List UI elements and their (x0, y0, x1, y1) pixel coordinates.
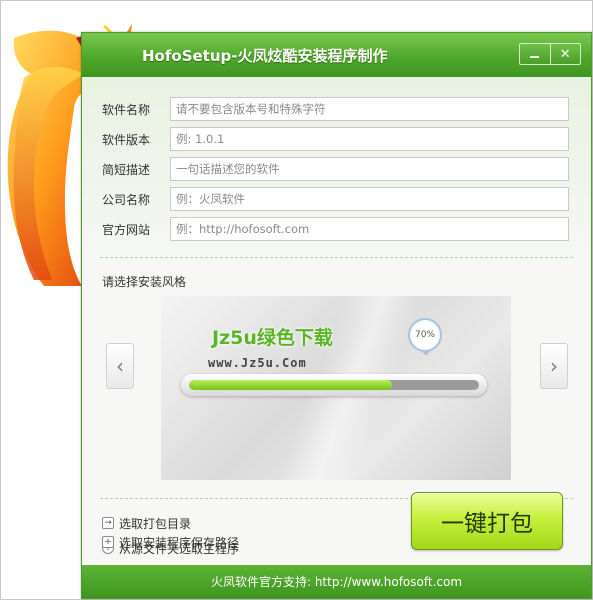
close-button[interactable]: ✕ (549, 44, 581, 64)
window-title: HofoSetup-火凤炫酷安装程序制作 (142, 47, 388, 65)
watermark-url: www.Jz5u.Com (208, 356, 307, 370)
select-pack-dir-action[interactable]: → 选取打包目录 (102, 514, 191, 532)
software-version-input[interactable] (170, 127, 569, 151)
app-window: HofoSetup-火凤炫酷安装程序制作 ✕ 软件名称 软件版本 简短描述 公司… (81, 32, 592, 599)
form-row-software-version: 软件版本 (82, 127, 591, 153)
chevron-left-icon: ‹ (116, 354, 124, 378)
one-click-pack-button[interactable]: 一键打包 (411, 492, 563, 550)
progress-track (181, 374, 487, 396)
select-save-path-label: 选取安装程序保存路径 (119, 535, 240, 550)
form-row-description: 简短描述 (82, 157, 591, 183)
divider (100, 257, 573, 258)
prev-style-button[interactable]: ‹ (106, 343, 134, 389)
footer-bar: 火凤软件官方支持: http://www.hofosoft.com (82, 565, 591, 598)
select-pack-dir-label: 选取打包目录 (119, 516, 192, 531)
progress-fill (189, 380, 392, 390)
software-name-label: 软件名称 (102, 103, 151, 117)
install-style-label: 请选择安装风格 (102, 275, 187, 289)
company-name-label: 公司名称 (102, 193, 151, 207)
main-content: 软件名称 软件版本 简短描述 公司名称 官方网站 请选择安装风格 ‹ 70% (82, 77, 591, 565)
watermark-name: Jz5u绿色下载 (212, 327, 333, 349)
window-controls: ✕ (519, 43, 581, 65)
title-bar[interactable]: HofoSetup-火凤炫酷安装程序制作 ✕ (82, 33, 591, 77)
close-icon: ✕ (559, 46, 571, 62)
progress-groove (189, 380, 479, 390)
website-label: 官方网站 (102, 223, 151, 237)
plus-box-icon: + (102, 536, 114, 548)
software-name-input[interactable] (170, 97, 569, 121)
pack-button-label: 一键打包 (441, 511, 533, 537)
form-row-website: 官方网站 (82, 217, 591, 243)
select-save-path-action[interactable]: + 选取安装程序保存路径 (102, 533, 239, 551)
bubble-pointer (421, 350, 431, 356)
minimize-button[interactable] (520, 44, 550, 64)
form-row-software-name: 软件名称 (82, 97, 591, 123)
footer-support-text[interactable]: 火凤软件官方支持: http://www.hofosoft.com (211, 573, 462, 590)
form-row-company: 公司名称 (82, 187, 591, 213)
folder-arrow-icon: → (102, 517, 114, 529)
description-label: 简短描述 (102, 163, 151, 177)
progress-percent-bubble: 70% (408, 318, 442, 352)
chevron-right-icon: › (550, 354, 558, 378)
minimize-icon (530, 56, 540, 58)
company-name-input[interactable] (170, 187, 569, 211)
next-style-button[interactable]: › (540, 343, 568, 389)
website-input[interactable] (170, 217, 569, 241)
progress-percent-text: 70% (414, 330, 435, 340)
description-input[interactable] (170, 157, 569, 181)
software-version-label: 软件版本 (102, 133, 151, 147)
